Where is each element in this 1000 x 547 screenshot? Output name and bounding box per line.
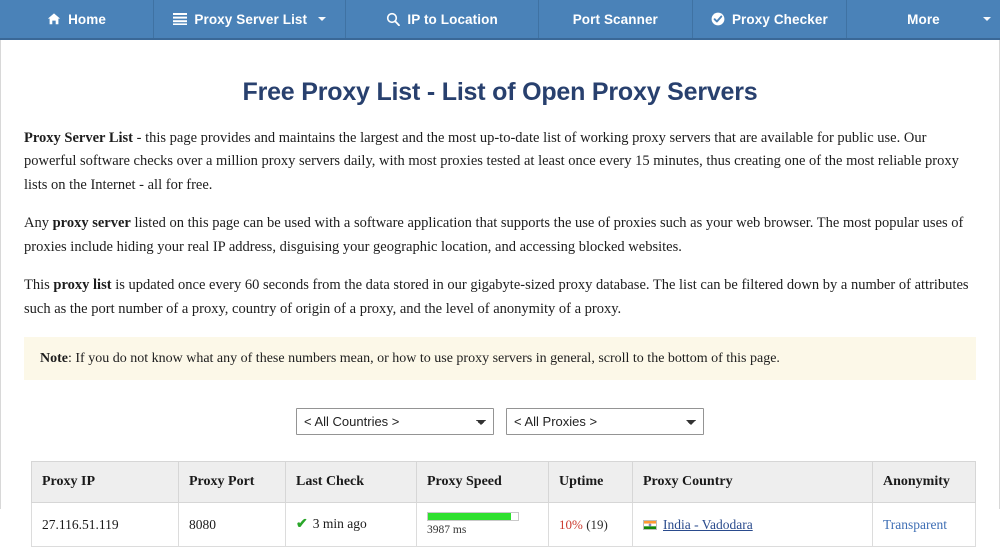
column-header-anonymity[interactable]: Anonymity xyxy=(872,461,976,504)
speed-progress-fill xyxy=(428,513,511,521)
nav-item-proxy-server-list[interactable]: Proxy Server List xyxy=(154,0,347,38)
country-link[interactable]: India - Vadodara xyxy=(663,517,753,532)
intro-paragraph-2-rest: listed on this page can be used with a s… xyxy=(24,215,964,255)
table-row: 27.116.51.119 8080 ✔ 3 min ago 3987 ms 10… xyxy=(31,502,976,547)
magnifier-icon xyxy=(386,12,401,26)
filter-bar: < All Countries > < All Proxies > xyxy=(24,408,976,436)
page-border-left xyxy=(0,40,1,509)
table-header-row: Proxy IP Proxy Port Last Check Proxy Spe… xyxy=(31,461,976,504)
proxy-table-head: Proxy IP Proxy Port Last Check Proxy Spe… xyxy=(31,461,976,504)
cell-anonymity: Transparent xyxy=(872,502,976,547)
intro-paragraph-3-pre: This xyxy=(24,277,54,294)
nav-item-port-scanner-label: Port Scanner xyxy=(572,11,658,27)
speed-progress-bar xyxy=(427,512,519,522)
nav-item-ip-to-location[interactable]: IP to Location xyxy=(346,0,539,38)
proxy-table-container: Proxy IP Proxy Port Last Check Proxy Spe… xyxy=(0,461,1000,547)
india-flag-icon xyxy=(643,519,657,530)
column-header-proxy-speed[interactable]: Proxy Speed xyxy=(416,461,549,504)
nav-item-home[interactable]: Home xyxy=(0,0,155,38)
main-content: Free Proxy List - List of Open Proxy Ser… xyxy=(0,78,1000,436)
intro-paragraph-1-lead: Proxy Server List xyxy=(24,130,133,146)
country-filter-select[interactable]: < All Countries > xyxy=(296,408,494,436)
intro-paragraph-3-lead: proxy list xyxy=(53,277,112,294)
proxy-table-body: 27.116.51.119 8080 ✔ 3 min ago 3987 ms 10… xyxy=(31,502,976,547)
note-text: : If you do not know what any of these n… xyxy=(68,351,780,367)
proxy-table: Proxy IP Proxy Port Last Check Proxy Spe… xyxy=(31,461,976,547)
chevron-down-icon-more xyxy=(983,17,991,21)
main-navigation: Home Proxy Server List IP to Location Po… xyxy=(0,0,1000,40)
check-circle-icon xyxy=(711,12,725,26)
intro-paragraph-2-lead: proxy server xyxy=(52,215,131,232)
page-root: Home Proxy Server List IP to Location Po… xyxy=(0,0,1000,547)
list-icon xyxy=(173,12,188,26)
cell-uptime: 10% (19) xyxy=(548,502,633,547)
proxy-filter-select[interactable]: < All Proxies > xyxy=(506,408,704,436)
intro-paragraph-2-pre: Any xyxy=(24,215,53,232)
nav-item-ip-to-location-label: IP to Location xyxy=(407,11,498,27)
anonymity-link[interactable]: Transparent xyxy=(883,517,947,532)
column-header-last-check[interactable]: Last Check xyxy=(285,461,417,504)
nav-item-proxy-checker-label: Proxy Checker xyxy=(731,11,828,27)
nav-item-home-label: Home xyxy=(68,11,106,27)
nav-item-port-scanner[interactable]: Port Scanner xyxy=(539,0,693,38)
cell-proxy-port: 8080 xyxy=(178,502,286,547)
intro-paragraph-3: This proxy list is updated once every 60… xyxy=(24,274,976,321)
cell-last-check-text: 3 min ago xyxy=(312,516,367,532)
nav-item-proxy-checker[interactable]: Proxy Checker xyxy=(693,0,847,38)
column-header-uptime[interactable]: Uptime xyxy=(548,461,633,504)
cell-proxy-country: India - Vadodara xyxy=(632,502,873,547)
nav-item-more[interactable]: More xyxy=(847,0,1000,38)
cell-proxy-speed: 3987 ms xyxy=(416,502,549,547)
chevron-down-icon xyxy=(318,17,327,21)
nav-item-more-label: More xyxy=(907,11,940,27)
green-check-icon: ✔ xyxy=(296,517,308,533)
column-header-proxy-ip[interactable]: Proxy IP xyxy=(31,461,179,504)
intro-paragraph-1: Proxy Server List - this page provides a… xyxy=(24,127,976,197)
home-icon xyxy=(47,12,61,26)
intro-paragraph-1-rest: - this page provides and maintains the l… xyxy=(24,130,959,193)
column-header-proxy-country[interactable]: Proxy Country xyxy=(632,461,873,504)
speed-milliseconds-label: 3987 ms xyxy=(427,524,467,537)
note-box: Note: If you do not know what any of the… xyxy=(24,337,976,381)
column-header-proxy-port[interactable]: Proxy Port xyxy=(178,461,286,504)
uptime-count: (19) xyxy=(586,516,608,532)
page-title: Free Proxy List - List of Open Proxy Ser… xyxy=(242,78,758,106)
intro-paragraph-3-rest: is updated once every 60 seconds from th… xyxy=(24,277,969,317)
cell-proxy-ip: 27.116.51.119 xyxy=(31,502,179,547)
note-label: Note xyxy=(40,351,68,367)
cell-last-check: ✔ 3 min ago xyxy=(285,502,417,547)
nav-item-proxy-server-list-label: Proxy Server List xyxy=(194,11,308,27)
uptime-percent: 10% xyxy=(559,516,583,532)
intro-paragraph-2: Any proxy server listed on this page can… xyxy=(24,212,976,259)
